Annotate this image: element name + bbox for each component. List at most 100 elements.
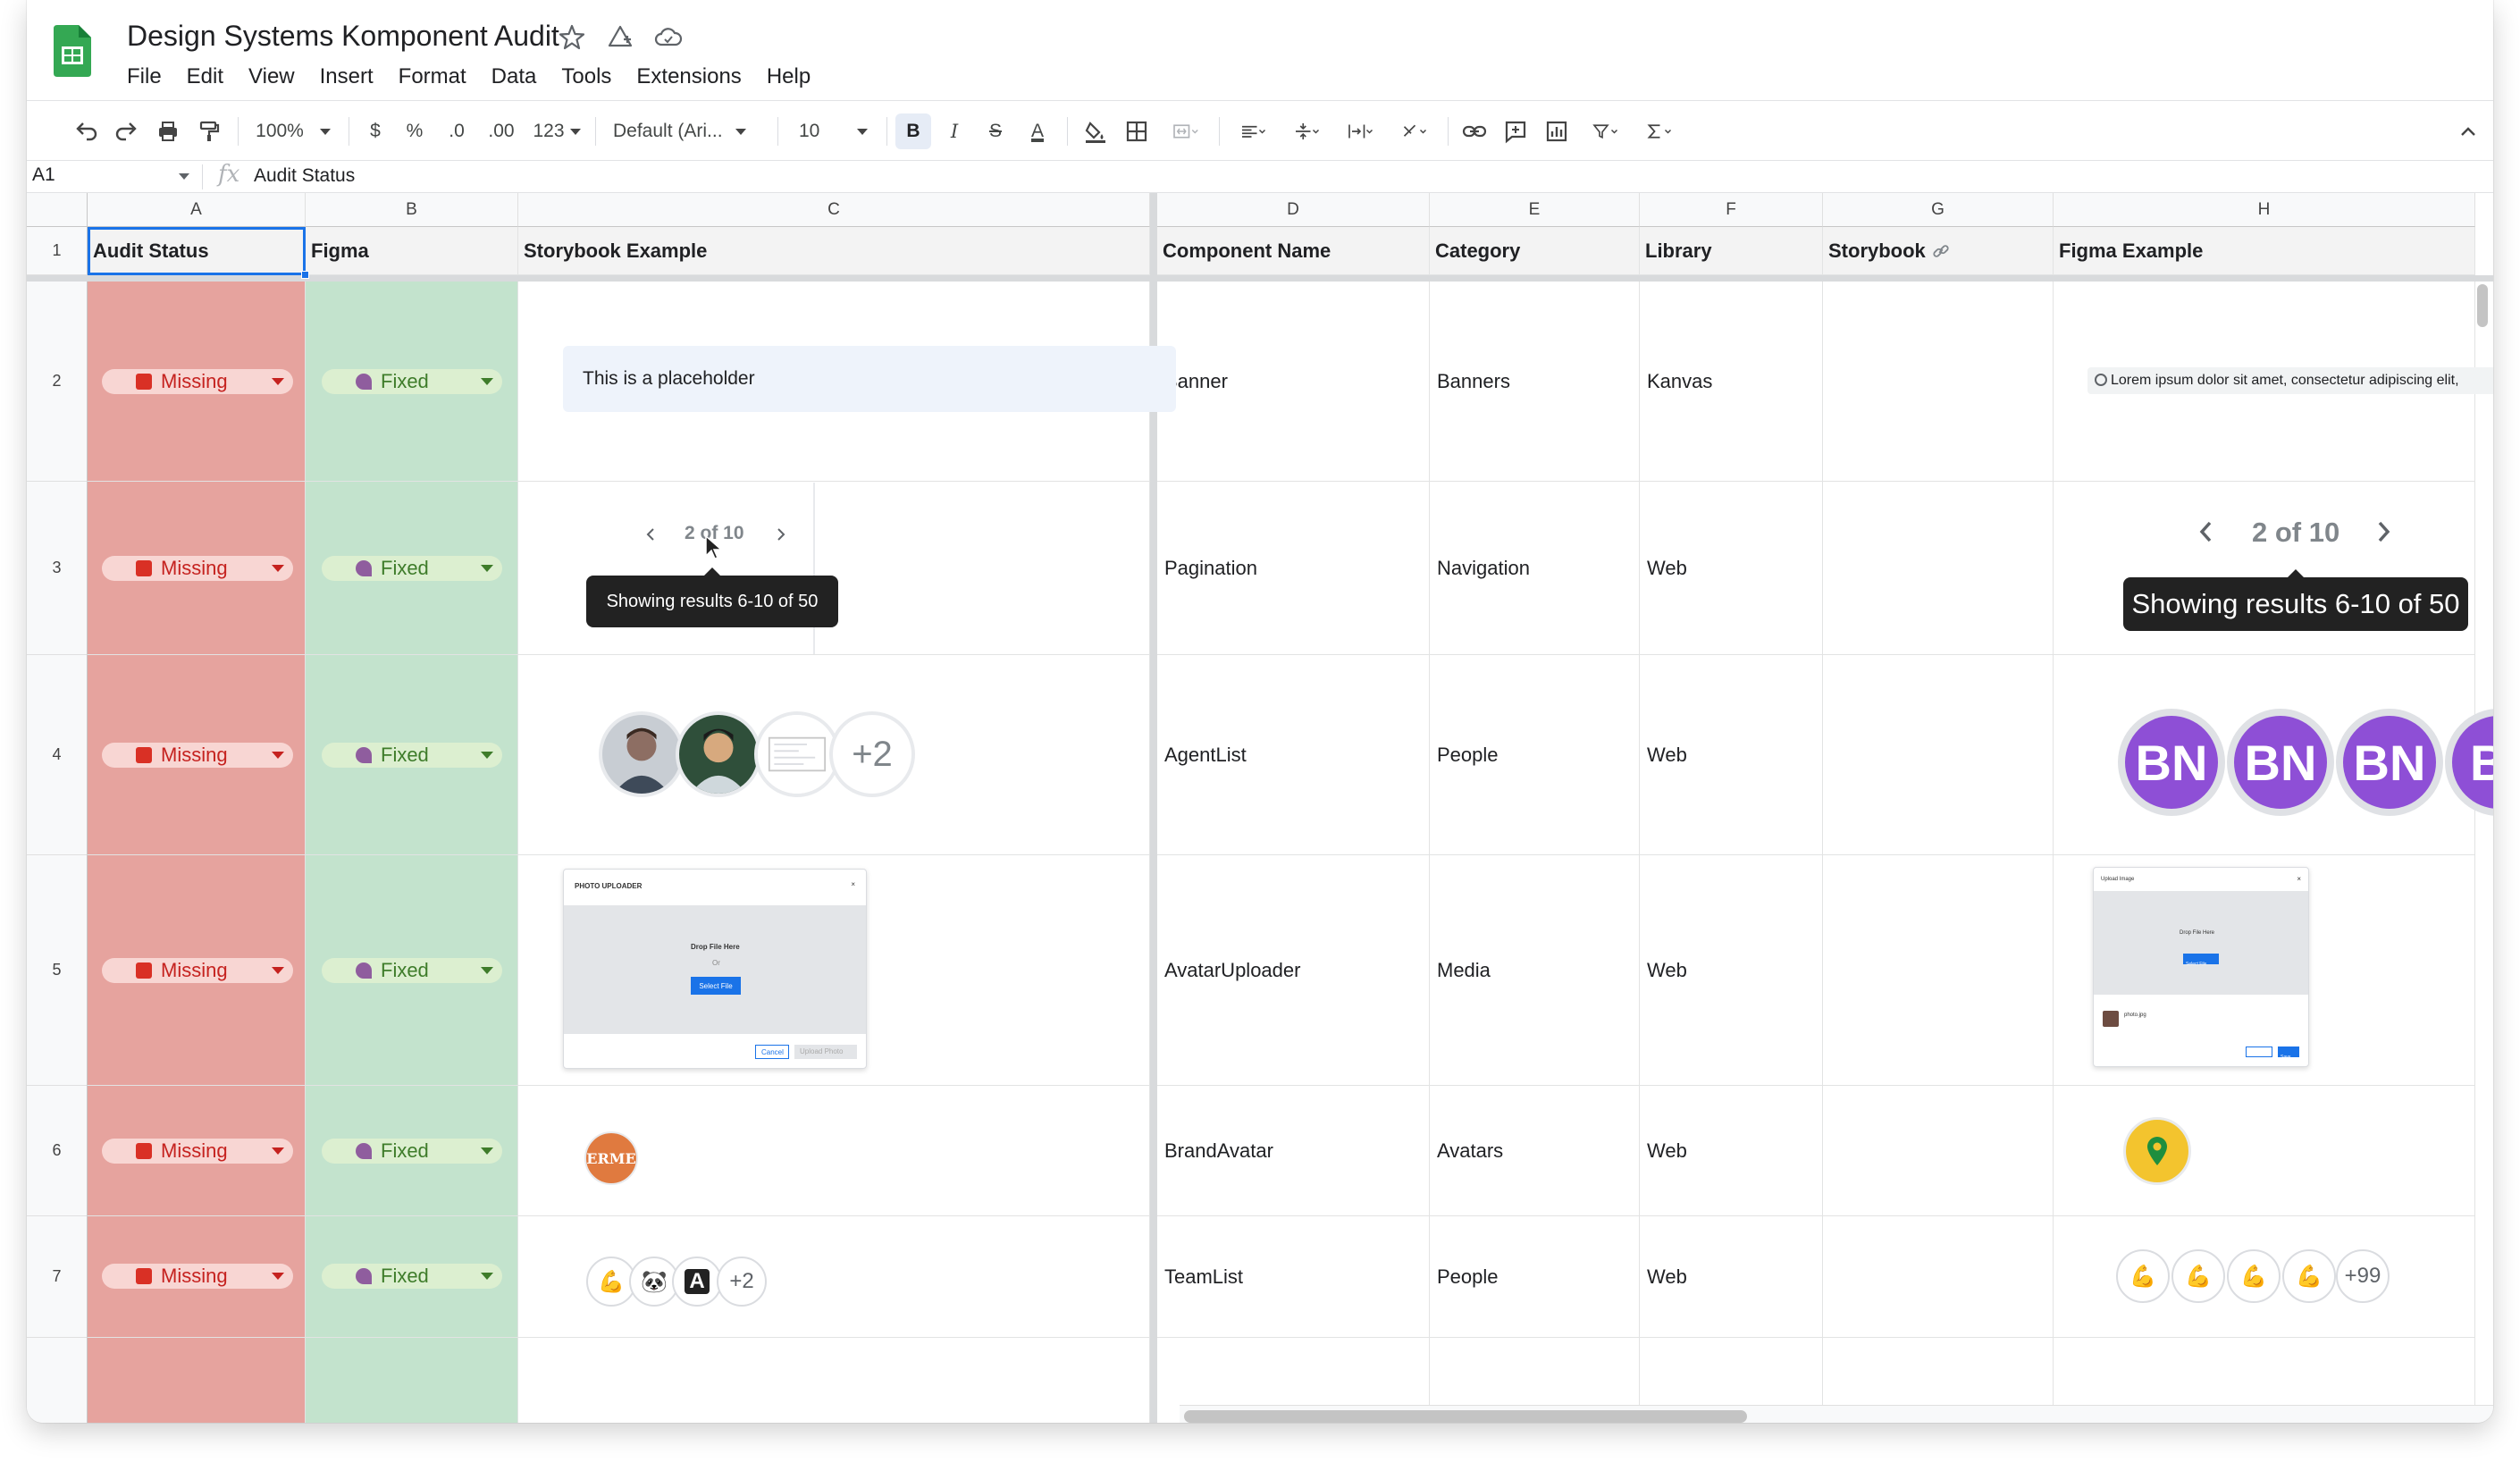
number-format-select[interactable]: 123 [527, 113, 586, 149]
italic-button[interactable]: I [937, 113, 972, 149]
audit-status-chip[interactable]: Missing [102, 1139, 293, 1164]
increase-decimal-button[interactable]: .00 [479, 113, 524, 149]
collapse-toolbar-icon[interactable] [2450, 113, 2486, 149]
cell-library[interactable]: Web [1640, 655, 1823, 855]
insert-chart-icon[interactable] [1539, 113, 1575, 149]
header-storybook-example[interactable]: Storybook Example [518, 227, 1150, 275]
chevron-right-icon[interactable] [2370, 518, 2397, 545]
cell-storybook[interactable] [1823, 655, 2054, 855]
print-icon[interactable] [150, 113, 186, 149]
cell-storybook[interactable] [1823, 482, 2054, 655]
row-header-1[interactable]: 1 [27, 227, 88, 275]
borders-icon[interactable] [1119, 113, 1155, 149]
cell-category[interactable]: People [1430, 655, 1640, 855]
chevron-right-icon[interactable] [772, 525, 790, 543]
figma-status-chip[interactable]: Fixed [322, 369, 502, 394]
figma-status-chip[interactable]: Fixed [322, 1139, 502, 1164]
font-size-select[interactable]: 10 [788, 113, 879, 149]
text-rotation-icon[interactable] [1389, 113, 1439, 149]
row-header-2[interactable]: 2 [27, 282, 88, 482]
cell-component-name[interactable]: Banner [1157, 282, 1430, 482]
font-family-select[interactable]: Default (Ari... [606, 113, 770, 149]
cell-storybook[interactable] [1823, 855, 2054, 1086]
cell-b8[interactable] [306, 1338, 518, 1423]
merge-cells-icon[interactable] [1160, 113, 1210, 149]
cell-library[interactable]: Web [1640, 855, 1823, 1086]
column-header-a[interactable]: A [88, 193, 306, 227]
functions-icon[interactable] [1634, 113, 1684, 149]
menu-extensions[interactable]: Extensions [624, 64, 753, 89]
cell-library[interactable]: Web [1640, 1086, 1823, 1216]
menu-view[interactable]: View [236, 64, 307, 89]
header-storybook[interactable]: Storybook [1823, 227, 2054, 275]
menu-data[interactable]: Data [479, 64, 550, 89]
cell-category[interactable]: Navigation [1430, 482, 1640, 655]
cell-component-name[interactable]: AgentList [1157, 655, 1430, 855]
cell-component-name[interactable]: BrandAvatar [1157, 1086, 1430, 1216]
vertical-scrollbar-thumb[interactable] [2477, 284, 2488, 327]
vertical-align-icon[interactable] [1281, 113, 1331, 149]
cell-category[interactable]: People [1430, 1216, 1640, 1338]
column-header-c[interactable]: C [518, 193, 1150, 227]
paint-format-icon[interactable] [191, 113, 227, 149]
menu-format[interactable]: Format [386, 64, 479, 89]
document-title[interactable]: Design Systems Komponent Audit [127, 20, 559, 53]
horizontal-align-icon[interactable] [1228, 113, 1278, 149]
move-to-drive-icon[interactable] [604, 21, 636, 54]
sheets-logo-icon[interactable] [54, 25, 91, 77]
cell-library[interactable]: Web [1640, 1216, 1823, 1338]
column-header-e[interactable]: E [1430, 193, 1640, 227]
fill-color-icon[interactable] [1078, 113, 1113, 149]
row-header-5[interactable]: 5 [27, 855, 88, 1086]
column-header-f[interactable]: F [1640, 193, 1823, 227]
horizontal-scrollbar-thumb[interactable] [1184, 1410, 1747, 1423]
cell-storybook[interactable] [1823, 1086, 2054, 1216]
row-header-4[interactable]: 4 [27, 655, 88, 855]
row-header-8[interactable] [27, 1338, 88, 1423]
formula-input[interactable]: Audit Status [254, 165, 355, 187]
select-all-corner[interactable] [27, 193, 88, 227]
column-header-d[interactable]: D [1157, 193, 1430, 227]
cell-figma-example[interactable] [2054, 1086, 2475, 1216]
header-library[interactable]: Library [1640, 227, 1823, 275]
cell-storybook[interactable] [1823, 282, 2054, 482]
cell-library[interactable]: Kanvas [1640, 282, 1823, 482]
percent-format-button[interactable]: % [397, 113, 433, 149]
cell-category[interactable]: Banners [1430, 282, 1640, 482]
audit-status-chip[interactable]: Missing [102, 958, 293, 983]
bold-button[interactable]: B [895, 113, 931, 149]
menu-edit[interactable]: Edit [174, 64, 236, 89]
menu-help[interactable]: Help [754, 64, 823, 89]
cell-component-name[interactable]: TeamList [1157, 1216, 1430, 1338]
fill-handle[interactable] [301, 271, 309, 279]
column-header-b[interactable]: B [306, 193, 518, 227]
header-figma-example[interactable]: Figma Example [2054, 227, 2475, 275]
insert-link-icon[interactable] [1457, 113, 1492, 149]
menu-insert[interactable]: Insert [307, 64, 386, 89]
menu-tools[interactable]: Tools [549, 64, 624, 89]
column-header-h[interactable]: H [2054, 193, 2475, 227]
currency-format-button[interactable]: $ [357, 113, 393, 149]
cell-c8[interactable] [518, 1338, 1150, 1423]
header-category[interactable]: Category [1430, 227, 1640, 275]
figma-status-chip[interactable]: Fixed [322, 556, 502, 581]
cell-library[interactable]: Web [1640, 482, 1823, 655]
frozen-row-divider[interactable] [27, 275, 2493, 282]
insert-comment-icon[interactable] [1498, 113, 1533, 149]
text-color-button[interactable]: A [1019, 113, 1056, 149]
chevron-left-icon[interactable] [642, 525, 659, 543]
text-wrapping-icon[interactable] [1335, 113, 1385, 149]
row-header-6[interactable]: 6 [27, 1086, 88, 1216]
cell-storybook[interactable] [1823, 1216, 2054, 1338]
redo-icon[interactable] [109, 113, 145, 149]
menu-file[interactable]: File [127, 64, 174, 89]
name-box[interactable]: A1 [32, 164, 193, 189]
audit-status-chip[interactable]: Missing [102, 1264, 293, 1289]
zoom-select[interactable]: 100% [248, 113, 338, 149]
cell-component-name[interactable]: Pagination [1157, 482, 1430, 655]
decrease-decimal-button[interactable]: .0 [436, 113, 477, 149]
strikethrough-button[interactable]: S [978, 113, 1013, 149]
figma-status-chip[interactable]: Fixed [322, 1264, 502, 1289]
filter-icon[interactable] [1580, 113, 1630, 149]
audit-status-chip[interactable]: Missing [102, 369, 293, 394]
